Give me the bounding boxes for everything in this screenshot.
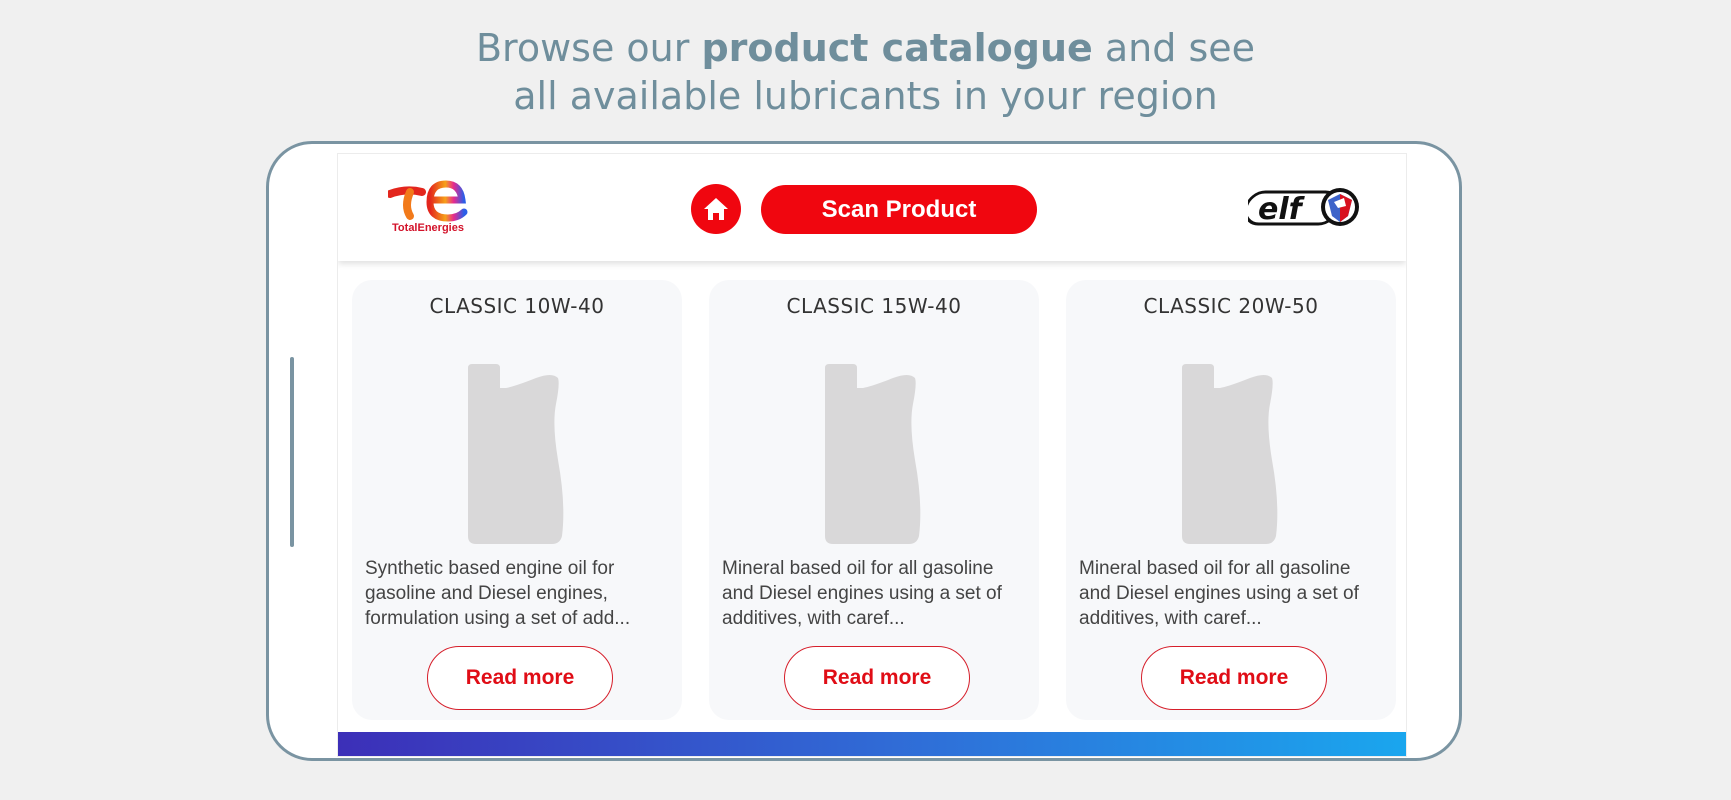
product-card[interactable]: CLASSIC 20W-50 Mineral based oil for all… [1066,280,1396,720]
headline-line-1: Browse our product catalogue and see [475,26,1256,70]
product-name: CLASSIC 20W-50 [1143,294,1319,318]
product-card[interactable]: CLASSIC 15W-40 Mineral based oil for all… [709,280,1039,720]
phone-side-button [290,357,294,547]
product-list: CLASSIC 10W-40 Synthetic based engine oi… [352,280,1396,720]
totalenergies-logo[interactable]: TotalEnergies [386,180,468,236]
home-icon [704,198,728,220]
product-description: Synthetic based engine oil for gasoline … [365,558,631,629]
app-header: TotalEnergies Scan Product elf [338,154,1406,261]
totalenergies-logo-text: TotalEnergies [392,222,464,234]
totalenergies-logo-mark [386,180,468,222]
headline-line-2: all available lubricants in your region [513,74,1218,118]
scan-product-button[interactable]: Scan Product [761,185,1037,234]
product-name: CLASSIC 10W-40 [429,294,605,318]
elf-logo-text: elf [1258,192,1306,227]
product-description: Mineral based oil for all gasoline and D… [722,558,1002,629]
headline: Browse our product catalogue and see all… [0,24,1731,120]
oil-bottle-image [825,364,921,544]
oil-bottle-image [468,364,564,544]
read-more-button[interactable]: Read more [427,646,613,710]
footer-gradient-bar [338,732,1406,756]
elf-logo-mark: elf [1244,188,1359,227]
read-more-button[interactable]: Read more [784,646,970,710]
oil-bottle-image [1182,364,1278,544]
product-description: Mineral based oil for all gasoline and D… [1079,558,1359,629]
product-name: CLASSIC 15W-40 [786,294,962,318]
app-screen: TotalEnergies Scan Product elf CLASSIC 1… [337,153,1407,757]
elf-logo[interactable]: elf [1244,184,1363,230]
product-card[interactable]: CLASSIC 10W-40 Synthetic based engine oi… [352,280,682,720]
home-button[interactable] [691,184,741,234]
read-more-button[interactable]: Read more [1141,646,1327,710]
